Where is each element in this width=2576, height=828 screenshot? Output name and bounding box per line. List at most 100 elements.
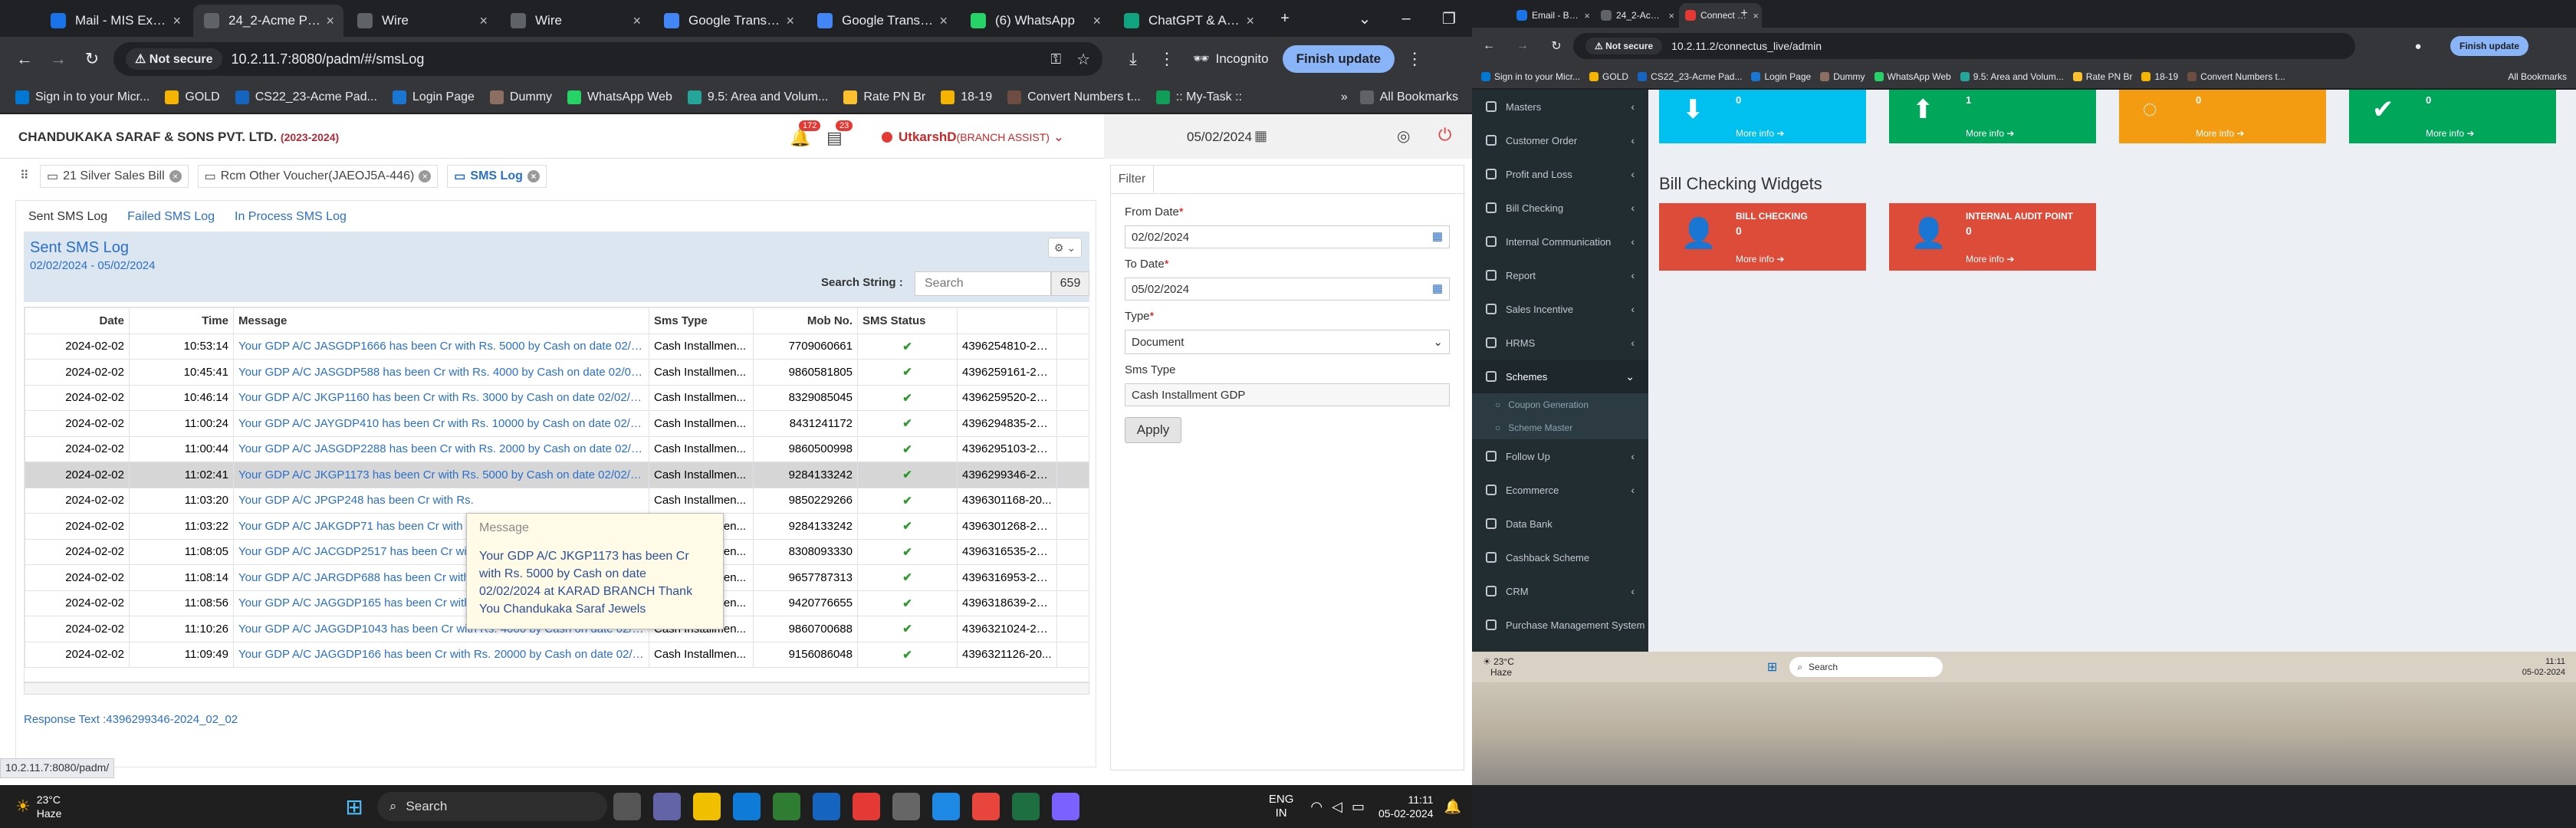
- notification-icon[interactable]: 🔔: [1444, 799, 1461, 815]
- more-info-link[interactable]: More info ➔: [2426, 128, 2474, 139]
- vpn-icon[interactable]: [1051, 793, 1079, 820]
- apply-button[interactable]: Apply: [1125, 417, 1181, 443]
- sidebar-item[interactable]: Sales Incentive ‹: [1472, 292, 1648, 326]
- widget-box[interactable]: 👤 BILL CHECKING 0 More info ➔: [1659, 203, 1866, 271]
- cell-message[interactable]: Your GDP A/C JAGGDP166 has been Cr with …: [233, 641, 649, 668]
- bell-icon[interactable]: 🔔 172: [790, 120, 821, 148]
- bookmark-item[interactable]: Login Page: [392, 90, 475, 104]
- bookmark-item[interactable]: WhatsApp Web: [567, 90, 672, 104]
- cell-message[interactable]: Your GDP A/C JASGDP1666 has been Cr with…: [233, 333, 649, 360]
- download-icon[interactable]: ⤓: [1116, 49, 1150, 69]
- cell-message[interactable]: Your GDP A/C JAYGDP410 has been Cr with …: [233, 410, 649, 437]
- eye-off-icon[interactable]: ◎: [1397, 127, 1410, 146]
- cell-message[interactable]: Your GDP A/C JPGP248 has been Cr with Rs…: [233, 487, 649, 514]
- more-info-link[interactable]: More info ➔: [2196, 128, 2244, 139]
- language-indicator[interactable]: ENG IN: [1269, 793, 1294, 820]
- close-icon[interactable]: ×: [1092, 13, 1101, 29]
- close-icon[interactable]: ×: [479, 13, 488, 29]
- right-search-box[interactable]: ⌕ Search: [1789, 657, 1944, 677]
- browser-tab[interactable]: 24_2-Acme Padm ×: [193, 5, 343, 37]
- right-not-secure-badge[interactable]: ⚠ Not secure: [1585, 38, 1663, 54]
- bookmark-item[interactable]: :: My-Task ::: [1155, 90, 1242, 104]
- sidebar-item[interactable]: Masters ‹: [1472, 90, 1648, 123]
- app-tab[interactable]: ▭ 21 Silver Sales Bill ×: [40, 165, 189, 188]
- chevron-more-icon[interactable]: »: [1341, 90, 1348, 104]
- right-clock[interactable]: 11:11 05-02-2024: [2522, 656, 2565, 678]
- table-row[interactable]: 2024-02-02 10:53:14 Your GDP A/C JASGDP166…: [25, 333, 1089, 360]
- cell-message[interactable]: Your GDP A/C JKGP1160 has been Cr with R…: [233, 384, 649, 411]
- tab-search-icon[interactable]: ⌄: [1343, 0, 1386, 37]
- volume-icon[interactable]: ◁: [1332, 799, 1342, 815]
- restore-icon[interactable]: ❐: [1428, 0, 1470, 37]
- from-date-input[interactable]: 02/02/2024 ▦: [1125, 225, 1450, 248]
- start-icon[interactable]: ⊞: [345, 794, 363, 820]
- bookmark-item[interactable]: Sign in to your Micr...: [15, 90, 150, 104]
- power-icon[interactable]: ⏻: [1438, 125, 1451, 145]
- finish-update-button[interactable]: Finish update: [1282, 45, 1395, 73]
- column-header[interactable]: SMS Status: [857, 307, 958, 334]
- edge-icon[interactable]: [732, 793, 761, 820]
- not-secure-badge[interactable]: ⚠ Not secure: [126, 48, 222, 70]
- close-icon[interactable]: ×: [527, 170, 540, 182]
- close-icon[interactable]: ×: [419, 170, 432, 182]
- star-icon[interactable]: ☆: [1076, 50, 1090, 69]
- calendar-icon[interactable]: ▦: [1432, 229, 1443, 243]
- horizontal-scrollbar[interactable]: [24, 682, 1089, 695]
- sidebar-item[interactable]: Schemes ⌄: [1472, 360, 1648, 393]
- sidebar-item[interactable]: Data Bank: [1472, 507, 1648, 540]
- cell-message[interactable]: Your GDP A/C JASGDP2288 has been Cr with…: [233, 435, 649, 462]
- bookmark-item[interactable]: Rate PN Br: [843, 90, 925, 104]
- close-icon[interactable]: ×: [939, 13, 948, 29]
- sidebar-subitem[interactable]: ○ Coupon Generation: [1472, 393, 1648, 416]
- chrome-icon[interactable]: [971, 793, 1000, 820]
- close-icon[interactable]: ×: [172, 13, 181, 29]
- right-finish-update-button[interactable]: Finish update: [2450, 36, 2528, 56]
- table-row[interactable]: 2024-02-02 10:46:14 Your GDP A/C JKGP1160 …: [25, 384, 1089, 411]
- right-profile-icon[interactable]: ●: [2401, 40, 2435, 53]
- sidebar-item[interactable]: HRMS ‹: [1472, 326, 1648, 360]
- column-header[interactable]: Time: [129, 307, 234, 334]
- sms-subtab[interactable]: Failed SMS Log: [127, 210, 215, 224]
- filter-tab[interactable]: Filter: [1111, 166, 1154, 193]
- wifi-icon[interactable]: ◠: [1310, 799, 1322, 815]
- bookmark-item[interactable]: CS22_23-Acme Pad...: [1638, 71, 1742, 82]
- close-icon[interactable]: ×: [786, 13, 794, 29]
- weather-widget[interactable]: ☀ 23°C Haze: [15, 793, 61, 820]
- more-info-link[interactable]: More info ➔: [1966, 254, 2014, 264]
- close-icon[interactable]: ×: [632, 13, 641, 29]
- sms-subtab[interactable]: Sent SMS Log: [28, 210, 107, 224]
- sidebar-item[interactable]: Report ‹: [1472, 258, 1648, 292]
- cell-message[interactable]: Your GDP A/C JASGDP588 has been Cr with …: [233, 359, 649, 386]
- column-header[interactable]: Mob No.: [753, 307, 858, 334]
- search-box[interactable]: ⌕ Search: [376, 792, 607, 821]
- right-new-tab-button[interactable]: +: [1733, 0, 1756, 28]
- right-weather[interactable]: ☀ 23°C Haze: [1483, 656, 1514, 678]
- right-start-icon[interactable]: ⊞: [1767, 659, 1777, 675]
- sidebar-item[interactable]: Profit and Loss ‹: [1472, 157, 1648, 191]
- table-row[interactable]: 2024-02-02 11:00:24 Your GDP A/C JAYGDP410…: [25, 410, 1089, 437]
- lync-icon[interactable]: [812, 793, 840, 820]
- close-icon[interactable]: ×: [1668, 10, 1674, 21]
- clock[interactable]: 11:11 05-02-2024: [1378, 793, 1434, 820]
- to-date-input[interactable]: 05/02/2024 ▦: [1125, 278, 1450, 301]
- browser-tab[interactable]: 24_2-Acme Padm ERP Platform×: [1595, 3, 1677, 28]
- sidebar-item[interactable]: Internal Communication ‹: [1472, 225, 1648, 258]
- browser-tab[interactable]: Google Translate ×: [653, 5, 803, 37]
- sms-type-input[interactable]: Cash Installment GDP: [1125, 383, 1450, 406]
- right-forward-icon[interactable]: →: [1506, 39, 1539, 53]
- bookmark-item[interactable]: Convert Numbers t...: [2187, 71, 2285, 82]
- bookmark-item[interactable]: GOLD: [165, 90, 220, 104]
- table-row[interactable]: 2024-02-02 11:03:20 Your GDP A/C JPGP248 h…: [25, 487, 1089, 514]
- info-box[interactable]: ✔ 0 More info ➔: [2349, 90, 2556, 143]
- browser-tab[interactable]: Wire ×: [500, 5, 650, 37]
- incognito-badge[interactable]: 🕶 Incognito: [1193, 51, 1269, 67]
- bookmark-item[interactable]: 18-19: [941, 90, 992, 104]
- column-header[interactable]: Sms Type: [649, 307, 754, 334]
- sidebar-item[interactable]: Bill Checking ‹: [1472, 191, 1648, 225]
- message-icon[interactable]: ▤ 23: [826, 120, 853, 148]
- table-row[interactable]: 2024-02-02 11:00:44 Your GDP A/C JASGDP228…: [25, 435, 1089, 462]
- bookmark-item[interactable]: 9.5: Area and Volum...: [1960, 71, 2064, 82]
- column-header[interactable]: Message: [233, 307, 649, 334]
- close-icon[interactable]: ×: [1584, 10, 1590, 21]
- bookmark-item[interactable]: 9.5: Area and Volum...: [687, 90, 828, 104]
